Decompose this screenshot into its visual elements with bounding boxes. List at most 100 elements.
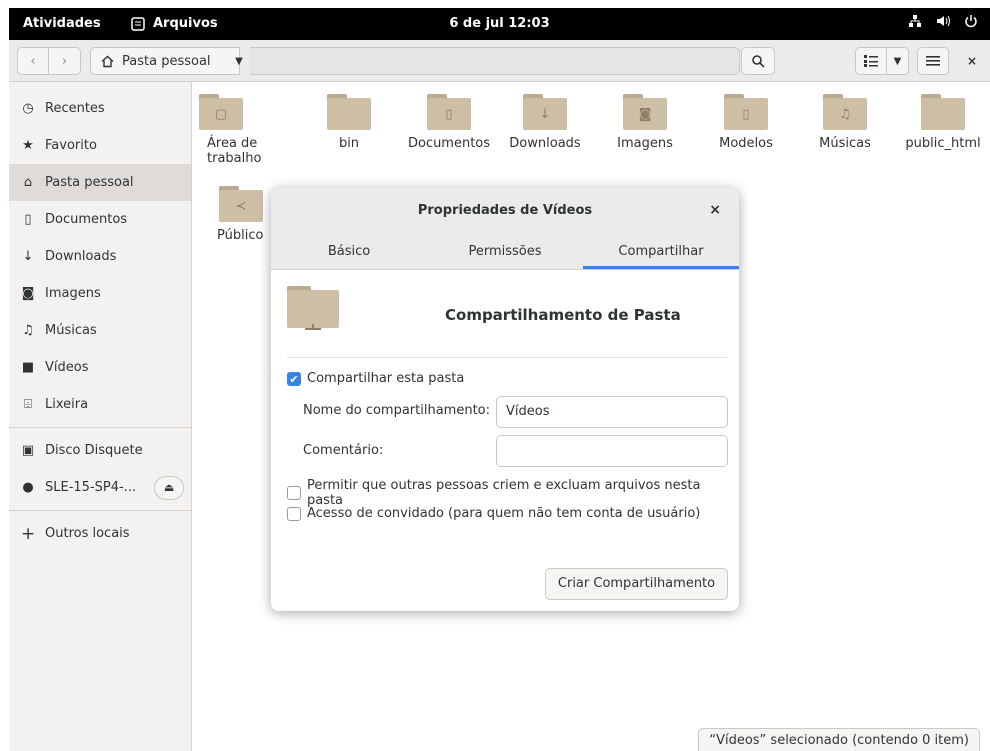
sidebar-item-sle-disc[interactable]: ● SLE-15-SP4-... ⏏ (9, 469, 191, 506)
list-view-button[interactable] (855, 47, 887, 75)
share-name-label: Nome do compartilhamento: (303, 403, 490, 418)
sidebar-item-musicas[interactable]: ♫ Músicas (9, 312, 191, 349)
music-icon: ♫ (22, 323, 34, 338)
sidebar-item-disco-disquete[interactable]: ▣ Disco Disquete (9, 432, 191, 469)
sidebar-item-label: SLE-15-SP4-... (45, 480, 137, 495)
power-icon (965, 15, 977, 28)
folder-icon: ◙ (623, 94, 667, 130)
sidebar-item-label: Recentes (45, 101, 105, 116)
sidebar-item-outros-locais[interactable]: + Outros locais (9, 515, 191, 552)
sidebar-item-favorito[interactable]: ★ Favorito (9, 127, 191, 164)
file-item-documentos[interactable]: ▯ Documentos (399, 94, 499, 151)
guest-access-checkbox[interactable]: Acesso de convidado (para quem não tem c… (287, 506, 700, 521)
sidebar-item-label: Músicas (45, 323, 97, 338)
volume-icon (937, 15, 950, 27)
system-menu[interactable] (908, 14, 978, 28)
tab-permissoes[interactable]: Permissões (427, 234, 583, 269)
file-item-area-de-trabalho[interactable]: ▢ Área de trabalho (181, 94, 261, 166)
sidebar-item-recentes[interactable]: ◷ Recentes (9, 90, 191, 127)
sidebar: ◷ Recentes ★ Favorito ⌂ Pasta pessoal ▯ Docu… (9, 82, 192, 751)
floppy-icon: ▣ (21, 443, 35, 458)
clock-icon: ◷ (22, 101, 34, 116)
guest-access-label: Acesso de convidado (para quem não tem c… (307, 506, 701, 521)
triangle-down-icon: ▼ (235, 55, 243, 67)
sidebar-separator (9, 510, 191, 511)
create-share-button[interactable]: Criar Compartilhamento (545, 568, 728, 600)
eject-button[interactable]: ⏏ (154, 475, 185, 500)
path-bar-home[interactable]: Pasta pessoal (90, 47, 240, 75)
folder-icon: ♫ (823, 94, 867, 130)
folder-icon: ↓ (523, 94, 567, 130)
sidebar-item-downloads[interactable]: ↓ Downloads (9, 238, 191, 275)
sidebar-item-label: Favorito (45, 138, 97, 153)
file-label: Documentos (407, 136, 491, 151)
sidebar-item-documentos[interactable]: ▯ Documentos (9, 201, 191, 238)
tab-compartilhar[interactable]: Compartilhar (583, 234, 739, 269)
chevron-left-icon: ‹ (30, 53, 36, 69)
top-bar: Atividades Arquivos 6 de jul 12:03 (9, 8, 990, 40)
video-icon: ■ (21, 360, 35, 375)
search-button[interactable] (741, 47, 775, 75)
plus-icon: + (21, 523, 36, 544)
file-item-downloads[interactable]: ↓ Downloads (495, 94, 595, 151)
share-name-input[interactable]: Vídeos (496, 396, 728, 428)
checkbox-box (287, 486, 301, 500)
download-icon: ↓ (22, 249, 34, 264)
file-item-bin[interactable]: bin (299, 94, 399, 151)
forward-button[interactable]: › (49, 47, 81, 75)
file-label: Público (217, 228, 264, 243)
file-item-imagens[interactable]: ◙ Imagens (595, 94, 695, 151)
file-label: bin (338, 136, 360, 151)
folder-icon: ▯ (427, 94, 471, 130)
close-icon: × (709, 202, 721, 218)
dialog-header: Propriedades de Vídeos × (271, 188, 739, 234)
share-header: Compartilhamento de Pasta (287, 286, 727, 358)
folder-icon: ▯ (724, 94, 768, 130)
clock[interactable]: 6 de jul 12:03 (9, 16, 990, 31)
window-close-button[interactable]: × (959, 47, 985, 75)
file-label: Área de trabalho (207, 136, 262, 166)
home-icon: ⌂ (23, 175, 33, 190)
file-item-modelos[interactable]: ▯ Modelos (696, 94, 796, 151)
sidebar-item-label: Downloads (45, 249, 117, 264)
triangle-down-icon: ▼ (893, 55, 902, 67)
eject-icon: ⏏ (163, 481, 175, 494)
camera-icon: ◙ (21, 286, 35, 301)
dialog-title: Propriedades de Vídeos (417, 203, 593, 218)
folder-icon: ≺ (219, 186, 263, 222)
sidebar-item-label: Vídeos (45, 360, 89, 375)
sidebar-item-label: Disco Disquete (45, 443, 143, 458)
sidebar-item-pasta-pessoal[interactable]: ⌂ Pasta pessoal (9, 164, 191, 201)
sidebar-item-videos[interactable]: ■ Vídeos (9, 349, 191, 386)
folder-icon: ▢ (199, 94, 243, 130)
dialog-tabs: Básico Permissões Compartilhar (271, 234, 739, 270)
sidebar-item-label: Lixeira (45, 397, 89, 412)
sidebar-item-imagens[interactable]: ◙ Imagens (9, 275, 191, 312)
sidebar-item-lixeira[interactable]: ⌹ Lixeira (9, 386, 191, 423)
document-icon: ▯ (24, 212, 32, 227)
file-item-musicas[interactable]: ♫ Músicas (795, 94, 895, 151)
path-bar-rest (250, 47, 740, 75)
dialog-close-button[interactable]: × (709, 202, 721, 218)
path-dropdown-button[interactable]: ▼ (227, 47, 251, 75)
share-folder-checkbox[interactable]: ✔ Compartilhar esta pasta (287, 371, 464, 386)
view-options-button[interactable]: ▼ (887, 47, 909, 75)
sidebar-item-label: Pasta pessoal (45, 175, 134, 190)
search-icon (752, 55, 765, 68)
allow-write-checkbox[interactable]: Permitir que outras pessoas criem e excl… (287, 478, 739, 508)
comment-input[interactable] (496, 435, 728, 467)
path-label: Pasta pessoal (122, 53, 211, 69)
list-view-icon (864, 55, 878, 67)
back-button[interactable]: ‹ (17, 47, 49, 75)
file-label: Músicas (819, 136, 871, 151)
share-title: Compartilhamento de Pasta (445, 306, 681, 324)
properties-dialog: Propriedades de Vídeos × Básico Permissõ… (271, 188, 739, 611)
shared-folder-icon (287, 286, 339, 330)
allow-write-label: Permitir que outras pessoas criem e excl… (306, 478, 701, 508)
sidebar-item-label: Imagens (45, 286, 101, 301)
main-menu-button[interactable] (917, 47, 949, 75)
trash-icon: ⌹ (24, 397, 32, 412)
file-item-public-html[interactable]: public_html (893, 94, 990, 151)
file-item-publico[interactable]: ≺ Público (191, 186, 281, 243)
tab-basico[interactable]: Básico (271, 234, 427, 269)
